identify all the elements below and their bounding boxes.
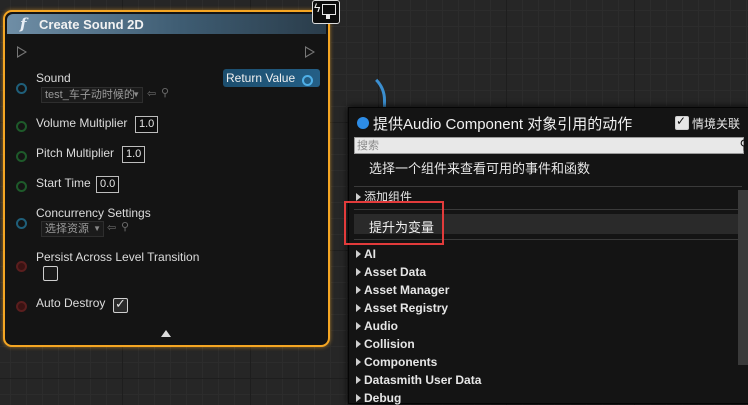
auto-destroy-checkbox[interactable]: ✓ <box>113 296 128 313</box>
search-icon[interactable]: ⚲ <box>739 137 748 153</box>
hint-text: 选择一个组件来查看可用的事件和函数 <box>369 161 591 176</box>
category-item[interactable]: Asset Registry <box>356 301 448 315</box>
context-sensitive-checkbox[interactable]: ✓ <box>675 114 689 130</box>
sound-pin[interactable] <box>16 83 27 94</box>
exec-out-pin[interactable] <box>305 46 315 58</box>
expand-triangle-icon <box>356 340 361 348</box>
checkmark-icon: ✓ <box>676 114 687 128</box>
auto-destroy-pin[interactable] <box>16 301 27 312</box>
start-time-input[interactable]: 0.0 <box>96 176 120 193</box>
audio-component-pin-icon <box>357 117 369 129</box>
persist-across-level-label: Persist Across Level Transition <box>36 250 200 264</box>
category-label: Audio <box>364 319 398 333</box>
category-label: AI <box>364 247 376 261</box>
concurrency-settings-pin[interactable] <box>16 218 27 229</box>
category-item[interactable]: Components <box>356 355 437 369</box>
expand-triangle-icon <box>356 304 361 312</box>
category-label: Debug <box>364 391 402 405</box>
concurrency-settings-label: Concurrency Settings <box>36 206 151 220</box>
divider <box>354 186 742 187</box>
annotation-highlight-box <box>344 201 444 245</box>
expand-triangle-icon <box>356 322 361 330</box>
browse-search-icon[interactable]: ⚲ <box>121 220 129 233</box>
volume-multiplier-pin[interactable] <box>16 121 27 132</box>
sound-asset-select[interactable]: test_车子动时候的 ▼ <box>41 87 143 103</box>
use-selected-arrow-icon[interactable]: ⇦ <box>147 87 156 100</box>
persist-across-level-pin[interactable] <box>16 261 27 272</box>
return-value-pin[interactable] <box>302 75 313 86</box>
persist-across-level-checkbox[interactable] <box>43 266 58 281</box>
category-item[interactable]: Audio <box>356 319 398 333</box>
chevron-down-icon: ▼ <box>93 224 101 233</box>
node-title: Create Sound 2D <box>39 17 144 32</box>
context-sensitive-label: 情境关联 <box>692 117 741 131</box>
expand-triangle-icon <box>356 286 361 294</box>
category-item[interactable]: Asset Manager <box>356 283 449 297</box>
category-item[interactable]: Debug <box>356 391 401 405</box>
function-icon: f <box>20 15 27 33</box>
category-label: Asset Data <box>364 265 427 279</box>
category-label: Collision <box>364 337 415 351</box>
start-time-pin[interactable] <box>16 181 27 192</box>
volume-multiplier-label: Volume Multiplier <box>36 116 128 130</box>
expand-advanced-arrow-icon[interactable] <box>161 330 171 337</box>
use-selected-arrow-icon[interactable]: ⇦ <box>107 221 116 234</box>
category-label: Asset Registry <box>364 301 449 315</box>
concurrency-asset-select[interactable]: 选择资源 ▼ <box>41 221 104 237</box>
checkmark-icon: ✓ <box>115 296 126 311</box>
start-time-label: Start Time <box>36 176 91 190</box>
browse-search-icon[interactable]: ⚲ <box>161 86 169 99</box>
category-label: Asset Manager <box>364 283 450 297</box>
sound-label: Sound <box>36 71 71 85</box>
search-box[interactable]: ⚲ <box>354 137 748 154</box>
exec-in-pin[interactable] <box>17 46 27 58</box>
chevron-down-icon: ▼ <box>132 90 140 99</box>
expand-triangle-icon <box>356 376 361 384</box>
menu-scrollbar[interactable] <box>738 190 748 365</box>
return-value-label: Return Value <box>226 71 296 85</box>
search-input[interactable] <box>357 138 727 153</box>
pitch-multiplier-label: Pitch Multiplier <box>36 146 115 160</box>
expand-triangle-icon <box>356 268 361 276</box>
menu-title: 提供Audio Component 对象引用的动作 <box>373 116 633 133</box>
monitor-icon[interactable]: ϟ <box>312 0 340 24</box>
category-item[interactable]: Asset Data <box>356 265 426 279</box>
category-label: Components <box>364 355 438 369</box>
volume-multiplier-input[interactable]: 1.0 <box>135 116 159 133</box>
category-item[interactable]: Datasmith User Data <box>356 373 481 387</box>
bolt-icon: ϟ <box>314 1 321 15</box>
pitch-multiplier-input[interactable]: 1.0 <box>122 146 146 163</box>
expand-triangle-icon <box>356 193 361 201</box>
expand-triangle-icon <box>356 250 361 258</box>
pitch-multiplier-pin[interactable] <box>16 151 27 162</box>
category-label: Datasmith User Data <box>364 373 482 387</box>
expand-triangle-icon <box>356 358 361 366</box>
expand-triangle-icon <box>356 394 361 402</box>
category-item[interactable]: Collision <box>356 337 415 351</box>
concurrency-asset-value: 选择资源 <box>45 223 89 235</box>
node-header[interactable]: f Create Sound 2D <box>7 14 326 34</box>
category-item[interactable]: AI <box>356 247 376 261</box>
action-context-menu[interactable]: 提供Audio Component 对象引用的动作 ✓ 情境关联 ⚲ 选择一个组… <box>348 107 748 405</box>
auto-destroy-label: Auto Destroy <box>36 296 106 310</box>
sound-asset-value: test_车子动时候的 <box>45 89 135 101</box>
